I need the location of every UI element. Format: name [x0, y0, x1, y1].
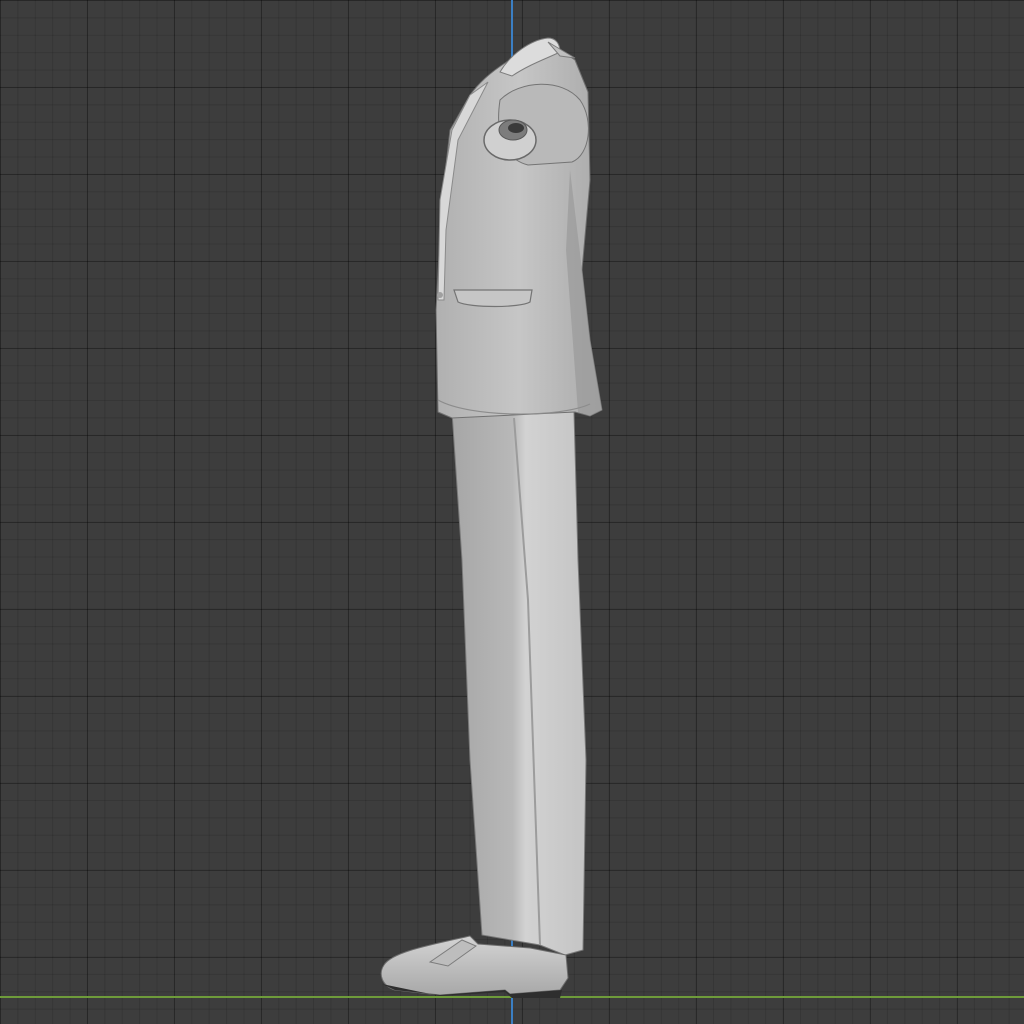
suit-model[interactable] — [0, 0, 1024, 1024]
3d-viewport[interactable] — [0, 0, 1024, 1024]
jacket-button — [437, 292, 443, 298]
sleeve-hole-inner — [508, 123, 524, 133]
jacket-pocket-flap — [453, 289, 533, 308]
